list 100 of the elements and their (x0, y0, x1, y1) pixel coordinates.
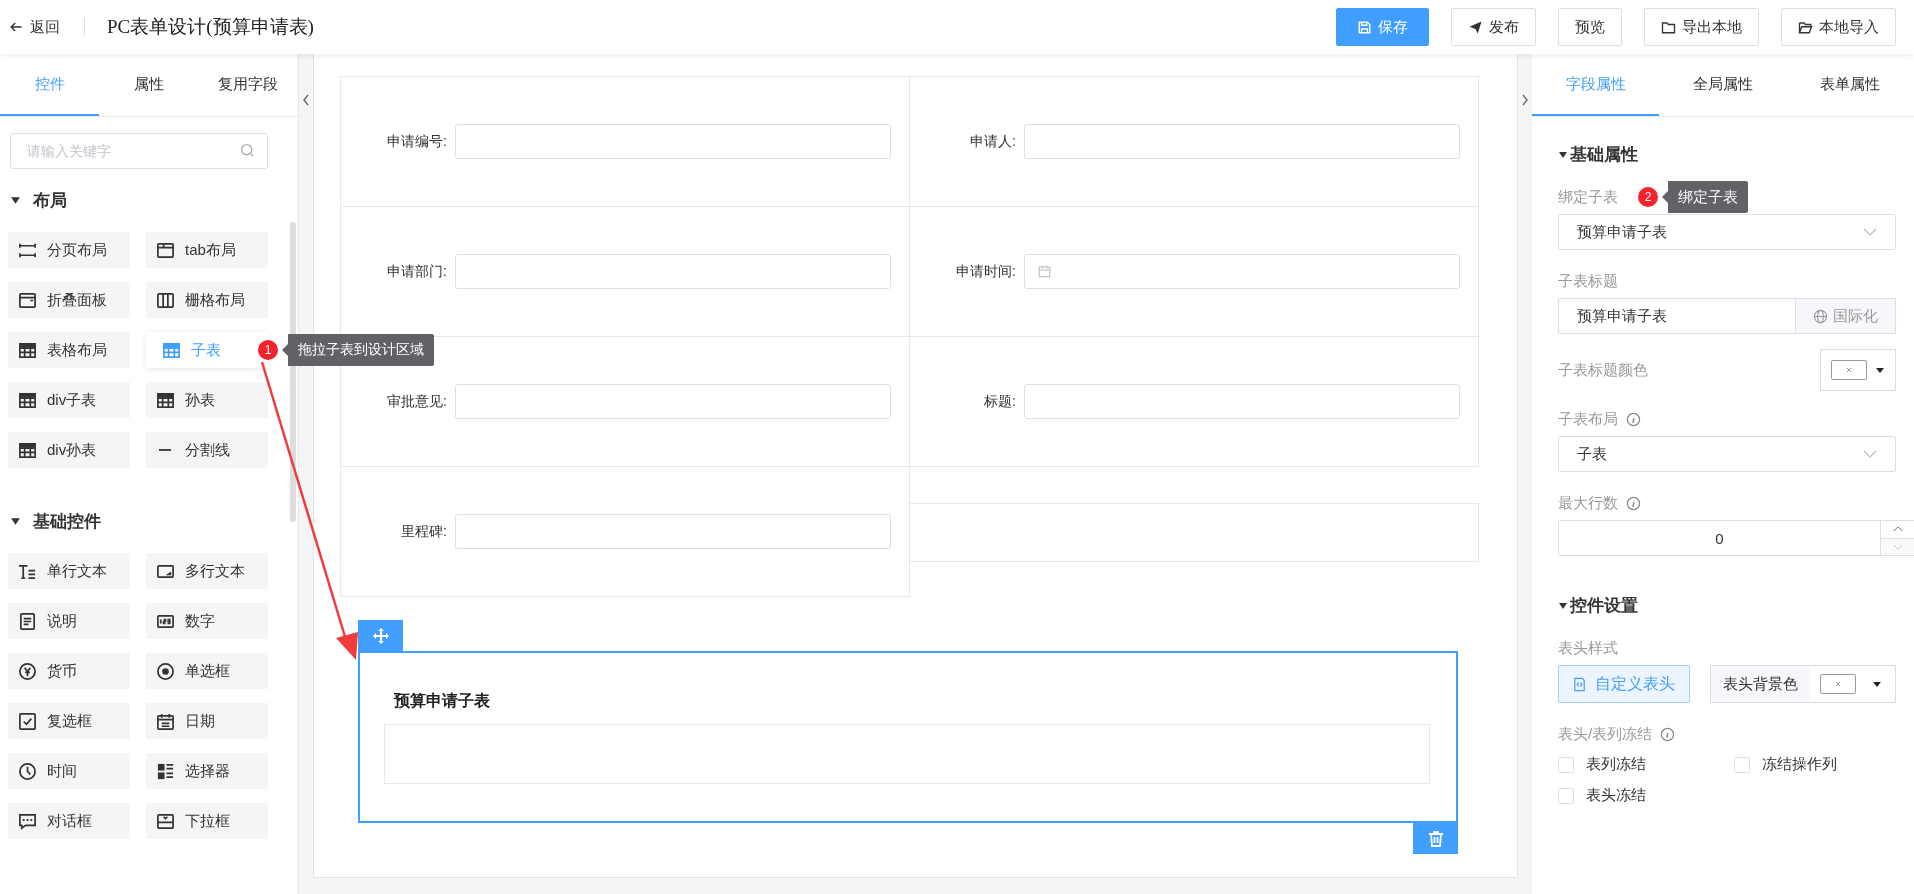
step-badge: 1 (258, 340, 278, 360)
delete-button[interactable] (1413, 823, 1458, 854)
panel-tab[interactable]: 复用字段 (198, 54, 298, 116)
section-title: 基础属性 (1570, 144, 1638, 166)
checkbox-icon (18, 711, 37, 731)
columns-icon (156, 290, 175, 310)
field-label: 申请人: (969, 132, 1017, 151)
send-icon (1468, 19, 1483, 35)
input-field[interactable] (455, 514, 891, 549)
chevron-up-icon (1893, 526, 1903, 533)
input-field[interactable] (1024, 124, 1460, 159)
toolbar-button[interactable]: 导出本地 (1644, 8, 1759, 46)
group-title: 布局 (33, 190, 67, 212)
widget-item[interactable]: 日期 (146, 703, 268, 739)
toolbar-button[interactable]: 本地导入 (1781, 8, 1896, 46)
property-label: 表头/表列冻结 (1558, 724, 1653, 744)
subtable-block[interactable]: 预算申请子表 (358, 651, 1458, 823)
divider-icon (158, 448, 172, 452)
widget-item[interactable]: 折叠面板 (8, 282, 130, 318)
widget-item[interactable]: 复选框 (8, 703, 130, 739)
globe-icon (1813, 308, 1828, 324)
checkbox[interactable] (1734, 756, 1750, 773)
widget-item[interactable]: 时间 (8, 753, 130, 789)
widget-item[interactable]: 多行文本 (146, 553, 268, 589)
input-field[interactable] (1024, 384, 1460, 419)
chevron-icon (1863, 450, 1877, 458)
calendar-icon (1037, 264, 1052, 279)
tab-icon (156, 240, 175, 260)
header-color-picker[interactable]: 表头背景色 (1709, 665, 1896, 703)
widget-item[interactable]: 表格布局 (8, 332, 130, 368)
input-field[interactable] (1024, 254, 1460, 289)
widget-item[interactable]: 数字 (146, 603, 268, 639)
clock-icon (18, 761, 37, 781)
checkbox-label: 表头冻结 (1586, 786, 1646, 805)
widget-item[interactable]: 单行文本 (8, 553, 130, 589)
caret-icon[interactable] (10, 516, 21, 527)
move-handle[interactable] (358, 620, 403, 651)
chat-icon (18, 811, 37, 831)
panel-tab[interactable]: 表单属性 (1786, 54, 1914, 116)
checkbox-label: 表列冻结 (1586, 755, 1646, 774)
checkbox[interactable] (1558, 787, 1574, 804)
currency-icon (18, 661, 37, 681)
widget-item[interactable]: div子表 (8, 382, 130, 418)
panel-icon (18, 290, 37, 310)
property-label: 子表布局 (1558, 409, 1618, 429)
field-label: 申请部门: (386, 262, 448, 281)
widget-item[interactable]: 选择器 (146, 753, 268, 789)
input-field[interactable] (455, 384, 891, 419)
caret-icon[interactable] (1558, 600, 1568, 611)
save-icon (1357, 19, 1372, 35)
caret-icon[interactable] (10, 195, 21, 206)
widget-item[interactable]: 下拉框 (146, 803, 268, 839)
field-label: 里程碑: (400, 522, 448, 541)
widget-item[interactable]: 分页布局 (8, 232, 130, 268)
widget-item[interactable]: tab布局 (146, 232, 268, 268)
toolbar-button[interactable]: 发布 (1451, 8, 1536, 46)
panel-tab[interactable]: 全局属性 (1659, 54, 1787, 116)
subtable-title: 预算申请子表 (392, 691, 491, 711)
search-field[interactable]: 请输入关键字 (10, 133, 268, 169)
table-icon (18, 390, 37, 410)
field-label: 标题: (983, 392, 1017, 411)
folder-icon (1798, 19, 1813, 35)
toolbar-button[interactable]: 预览 (1558, 8, 1622, 46)
input-field[interactable]: 预算申请子表 (1558, 298, 1796, 334)
select-field[interactable]: 子表 (1558, 436, 1896, 472)
field-label: 申请时间: (955, 262, 1017, 281)
color-picker[interactable] (1820, 349, 1896, 391)
property-label: 子表标题 (1558, 271, 1618, 291)
caret-icon (1875, 365, 1885, 375)
widget-item[interactable]: 对话框 (8, 803, 130, 839)
select-field[interactable]: 预算申请子表 (1558, 214, 1896, 250)
caret-icon[interactable] (1558, 149, 1568, 160)
widget-item[interactable]: 孙表 (146, 382, 268, 418)
back-link[interactable]: 返回 (8, 17, 60, 37)
widget-item[interactable]: 说明 (8, 603, 130, 639)
widget-item[interactable]: 栅格布局 (146, 282, 268, 318)
caret-icon (1871, 679, 1882, 689)
list-icon (156, 761, 175, 781)
property-label: 最大行数 (1558, 493, 1618, 513)
dropdown-icon (156, 811, 175, 831)
code-file-icon (1572, 676, 1588, 692)
page-title: PC表单设计(预算申请表) (107, 15, 314, 39)
chevron-icon (1863, 228, 1877, 236)
scrollbar[interactable] (290, 222, 296, 522)
table-icon (162, 340, 181, 360)
input-field[interactable] (455, 254, 891, 289)
widget-item[interactable]: 分割线 (146, 432, 268, 468)
widget-item[interactable]: 货币 (8, 653, 130, 689)
number-field[interactable]: 0 (1558, 520, 1881, 556)
widget-item[interactable]: 单选框 (146, 653, 268, 689)
group-title: 基础控件 (33, 511, 101, 533)
panel-tab[interactable]: 属性 (99, 54, 199, 116)
field-label: 申请编号: (386, 132, 448, 151)
step-badge: 2 (1638, 187, 1658, 207)
property-label: 子表标题颜色 (1558, 360, 1648, 380)
checkbox[interactable] (1558, 756, 1574, 773)
document-icon (18, 611, 37, 631)
table-icon (156, 390, 175, 410)
widget-item[interactable]: div孙表 (8, 432, 130, 468)
input-field[interactable] (455, 124, 891, 159)
